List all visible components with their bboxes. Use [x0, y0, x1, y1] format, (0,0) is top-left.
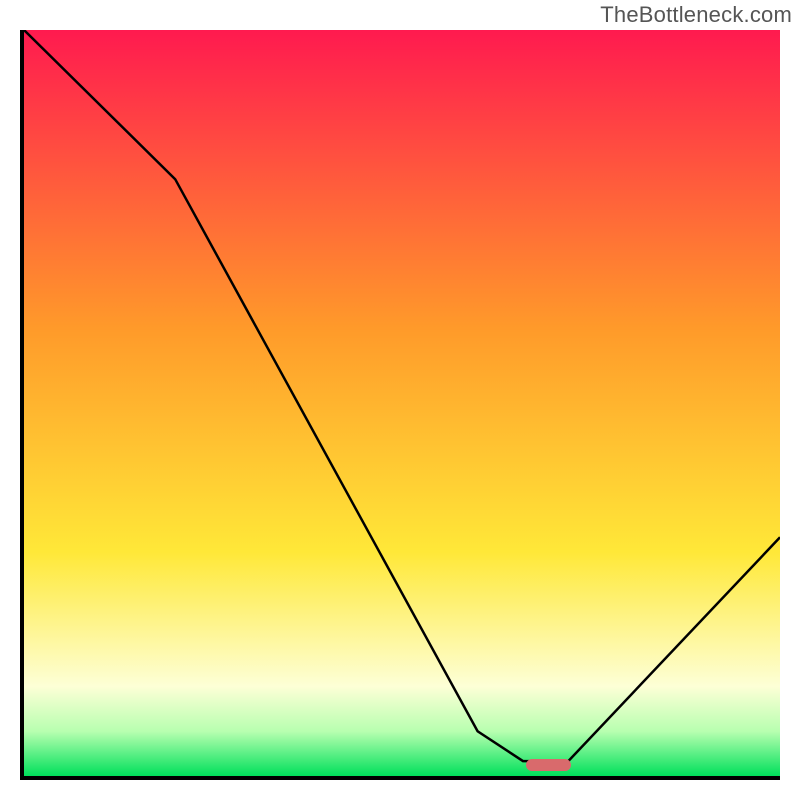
bottleneck-curve — [24, 30, 780, 776]
chart-container: TheBottleneck.com — [0, 0, 800, 800]
optimum-marker — [526, 759, 572, 771]
watermark-text: TheBottleneck.com — [600, 2, 792, 28]
curve-path — [24, 30, 780, 761]
plot-area — [20, 30, 780, 780]
